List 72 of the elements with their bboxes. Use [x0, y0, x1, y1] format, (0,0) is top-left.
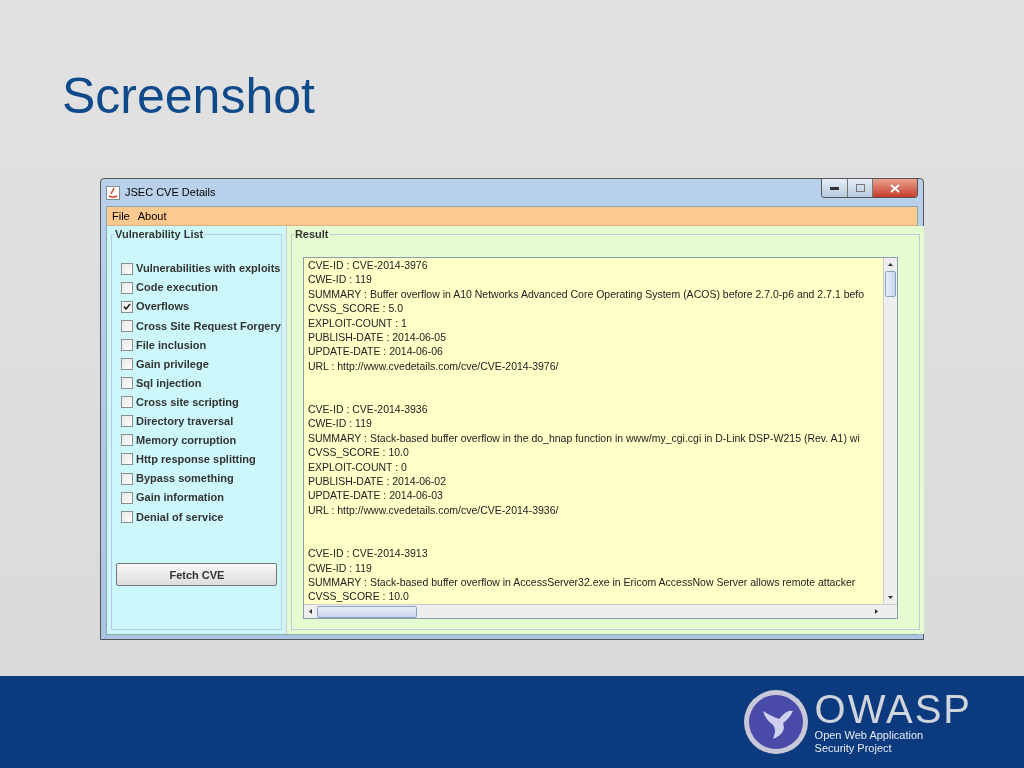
maximize-icon: [855, 184, 865, 192]
checkbox-row[interactable]: Gain privilege: [121, 354, 281, 374]
window-title: JSEC CVE Details: [125, 185, 216, 201]
checkbox[interactable]: [121, 262, 133, 275]
wasp-logo-icon: [742, 689, 809, 755]
panel-title: Vulnerability List: [114, 227, 205, 241]
result-line: CVSS_SCORE : 10.0: [307, 589, 409, 604]
checkbox-row[interactable]: Sql injection: [121, 373, 281, 393]
checkbox-row[interactable]: Gain information: [121, 488, 281, 508]
checkbox-row[interactable]: File inclusion: [121, 335, 281, 355]
result-line: CVSS_SCORE : 5.0: [307, 301, 403, 316]
checkbox-row[interactable]: Bypass something: [121, 469, 281, 489]
maximize-button[interactable]: [848, 179, 873, 197]
result-line: URL : http://www.cvedetails.com/cve/CVE-2014-3976/: [307, 358, 559, 374]
logo-tagline: Security Project: [814, 742, 893, 755]
result-line: UPDATE-DATE : 2014-06-03: [307, 488, 443, 503]
close-button[interactable]: [873, 179, 917, 197]
checkbox[interactable]: [121, 415, 133, 428]
checkbox-row[interactable]: Overflows: [121, 297, 281, 317]
check-icon: [123, 303, 131, 311]
close-icon: [890, 183, 900, 193]
checkbox[interactable]: [121, 377, 133, 390]
scroll-thumb[interactable]: [316, 605, 417, 618]
minimize-icon: [830, 186, 839, 190]
checkbox[interactable]: [121, 472, 133, 485]
result-line: CVSS_SCORE : 10.0: [307, 445, 409, 460]
result-line: EXPLOIT-COUNT : 1: [307, 315, 407, 331]
checkbox[interactable]: [121, 319, 133, 332]
result-line: CVE-ID : CVE-2014-3936: [307, 402, 428, 417]
checkbox[interactable]: [121, 396, 133, 409]
result-line: CWE-ID : 119: [307, 416, 372, 431]
result-line: UPDATE-DATE : 2014-06-06: [307, 344, 443, 359]
logo-wordmark: OWASP: [814, 689, 972, 729]
checkbox-row[interactable]: Memory corruption: [121, 430, 281, 450]
app-icon: [106, 185, 120, 200]
scroll-thumb[interactable]: [884, 271, 896, 297]
vertical-scrollbar[interactable]: [882, 258, 897, 604]
result-line: URL : http://www.cvedetails.com/cve/CVE-2014-3936/: [307, 502, 559, 518]
checkbox-row[interactable]: Cross Site Request Forgery: [121, 316, 281, 336]
checkbox-row[interactable]: Code execution: [121, 278, 281, 298]
checkbox[interactable]: [121, 453, 133, 466]
result-line: SUMMARY : Stack-based buffer overflow in the do_hnap function in www/my_cgi.cgi in D-Link DSP-W215 (Rev. A1) wi: [307, 430, 860, 446]
horizontal-scrollbar[interactable]: [303, 605, 883, 618]
menu-item[interactable]: File: [109, 207, 133, 225]
checkbox[interactable]: [121, 281, 133, 294]
result-line: SUMMARY : Buffer overflow in A10 Networks Advanced Core Operating System (ACOS) before 2.7.0-p6 and 2.7.1 befo: [307, 286, 865, 302]
menu-item[interactable]: About: [134, 207, 170, 225]
checkbox-row[interactable]: Denial of service: [121, 507, 281, 527]
checkbox-row[interactable]: Directory traversal: [121, 411, 281, 431]
result-text-area[interactable]: [302, 257, 898, 619]
result-line: CWE-ID : 119: [307, 272, 372, 287]
checkbox[interactable]: [121, 338, 133, 351]
checkbox-row[interactable]: Vulnerabilities with exploits: [121, 259, 281, 279]
logo-tagline: Open Web Application: [814, 729, 925, 742]
checkbox-row[interactable]: Cross site scripting: [121, 392, 281, 412]
checkbox[interactable]: [121, 358, 133, 370]
result-line: PUBLISH-DATE : 2014-06-02: [307, 474, 446, 489]
slide-title: Screenshot: [62, 67, 315, 126]
result-line: CWE-ID : 119: [307, 560, 372, 575]
fetch-cve-button[interactable]: Fetch CVE: [116, 563, 278, 587]
checkbox-row[interactable]: Http response splitting: [121, 449, 281, 470]
minimize-button[interactable]: [822, 179, 848, 197]
checkbox[interactable]: [121, 510, 133, 523]
result-line: CVE-ID : CVE-2014-3913: [307, 546, 428, 561]
result-line: PUBLISH-DATE : 2014-06-05: [307, 330, 446, 345]
panel-title: Result: [293, 227, 330, 241]
result-line: CVE-ID : CVE-2014-3976: [307, 258, 428, 273]
checkbox[interactable]: [121, 300, 133, 313]
result-line: EXPLOIT-COUNT : 0: [307, 459, 407, 475]
checkbox[interactable]: [121, 434, 133, 447]
result-line: SUMMARY : Stack-based buffer overflow in AccessServer32.exe in Ericom AccessNow Server allows remote attacker: [307, 574, 856, 590]
checkbox[interactable]: [121, 491, 133, 504]
